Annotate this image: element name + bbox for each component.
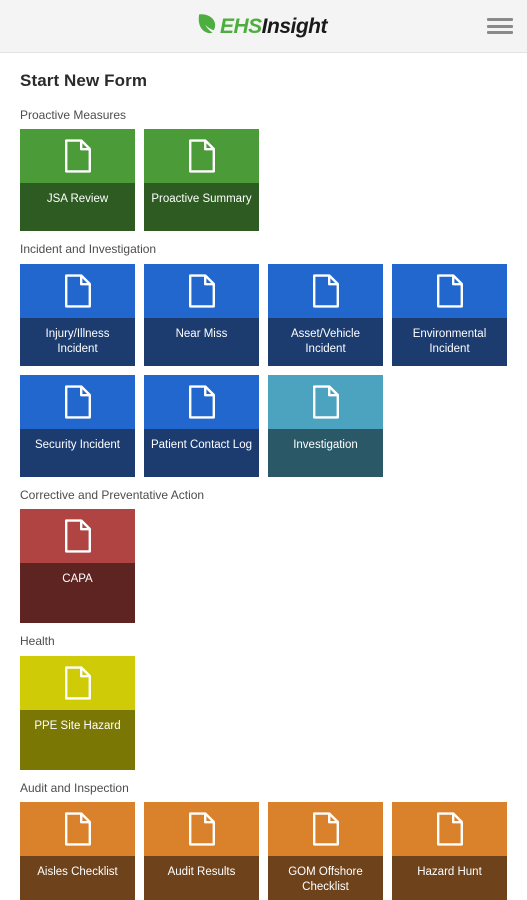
tile-label: Security Incident (34, 438, 120, 451)
tile-row: PPE Site Hazard (20, 655, 507, 770)
tile-row: CAPA (20, 509, 507, 624)
form-tile[interactable]: CAPA (20, 509, 135, 624)
document-icon (20, 263, 135, 318)
document-icon (20, 509, 135, 564)
hamburger-bar-1 (487, 18, 513, 21)
form-tile[interactable]: PPE Site Hazard (20, 655, 135, 770)
tile-label: CAPA (62, 573, 93, 586)
document-icon (268, 263, 383, 318)
tile-label-area: Patient Contact Log (144, 428, 259, 477)
tile-label: Audit Results (167, 865, 236, 878)
tile-label-area: Audit Results (144, 855, 259, 900)
tile-row: JSA Review Proactive Summary (20, 129, 507, 232)
form-section: Health PPE Site Hazard (20, 634, 507, 770)
document-icon (144, 374, 259, 429)
tile-label-area: Aisles Checklist (20, 855, 135, 900)
section-label: Incident and Investigation (20, 242, 157, 257)
tile-row: Security Incident Patient Contact Log Inve… (20, 374, 507, 477)
hamburger-bar-3 (487, 31, 513, 34)
tile-label: Near Miss (175, 327, 228, 340)
hamburger-bar-2 (487, 24, 513, 28)
tile-label-area: Investigation (268, 428, 383, 477)
form-sections: Proactive Measures JSA Review Proactive Su… (20, 108, 507, 900)
tile-label-area: Asset/Vehicle Incident (268, 317, 383, 366)
section-label: Proactive Measures (20, 108, 127, 122)
form-section: Proactive Measures JSA Review Proactive Su… (20, 108, 507, 232)
leaf-icon (196, 12, 218, 41)
tile-label: PPE Site Hazard (34, 719, 121, 732)
document-icon (268, 801, 383, 856)
hamburger-menu-icon[interactable] (487, 16, 513, 36)
tile-label: Environmental Incident (412, 327, 487, 355)
tile-row: Injury/Illness Incident Near Miss Asset/Ve… (20, 263, 507, 366)
app-header: EHSInsight (0, 0, 527, 53)
form-tile[interactable]: Injury/Illness Incident (20, 263, 135, 366)
brand-logo[interactable]: EHSInsight (196, 12, 328, 41)
form-tile[interactable]: Near Miss (144, 263, 259, 366)
brand-name-primary: EHS (219, 14, 262, 38)
tile-label-area: Injury/Illness Incident (20, 317, 135, 366)
document-icon (20, 374, 135, 429)
form-tile[interactable]: Aisles Checklist (20, 801, 135, 900)
brand-name-secondary: Insight (261, 14, 328, 38)
form-tile[interactable]: Investigation (268, 374, 383, 477)
document-icon (392, 263, 507, 318)
form-section: Corrective and Preventative Action CAPA (20, 487, 507, 624)
form-tile[interactable]: JSA Review (20, 129, 135, 232)
tile-label: Proactive Summary (151, 193, 252, 206)
form-tile[interactable]: Security Incident (20, 374, 135, 477)
section-label: Audit and Inspection (20, 780, 129, 795)
tile-label-area: Security Incident (20, 428, 135, 477)
tile-label-area: Hazard Hunt (392, 855, 507, 900)
form-tile[interactable]: Environmental Incident (392, 263, 507, 366)
form-tile[interactable]: Patient Contact Log (144, 374, 259, 477)
section-label: Corrective and Preventative Action (20, 487, 205, 502)
tile-label-area: JSA Review (20, 183, 135, 232)
tile-label-area: CAPA (20, 563, 135, 624)
page-content: Start New Form Proactive Measures JSA Rev… (0, 53, 527, 900)
document-icon (144, 129, 259, 184)
tile-label: JSA Review (46, 193, 109, 206)
tile-label-area: Proactive Summary (144, 183, 259, 232)
page-title: Start New Form (20, 71, 148, 90)
form-tile[interactable]: Hazard Hunt (392, 801, 507, 900)
document-icon (20, 129, 135, 184)
document-icon (268, 374, 383, 429)
tile-label: Asset/Vehicle Incident (290, 327, 361, 355)
tile-label: Injury/Illness Incident (45, 327, 110, 355)
form-tile[interactable]: Asset/Vehicle Incident (268, 263, 383, 366)
tile-label: Aisles Checklist (37, 865, 118, 878)
section-label: Health (20, 634, 55, 649)
document-icon (144, 263, 259, 318)
tile-label-area: Near Miss (144, 317, 259, 366)
tile-label: Patient Contact Log (150, 438, 252, 451)
tile-label: GOM Offshore Checklist (288, 865, 363, 894)
form-tile[interactable]: Proactive Summary (144, 129, 259, 232)
tile-label-area: Environmental Incident (392, 317, 507, 366)
document-icon (20, 801, 135, 856)
form-section: Audit and Inspection Aisles Checklist Audi… (20, 781, 507, 900)
form-tile[interactable]: Audit Results (144, 801, 259, 900)
form-tile[interactable]: GOM Offshore Checklist (268, 801, 383, 900)
tile-label-area: GOM Offshore Checklist (268, 855, 383, 900)
document-icon (20, 655, 135, 710)
tile-label: Investigation (293, 438, 358, 451)
tile-row: Aisles Checklist Audit Results GOM Offshor… (20, 801, 507, 900)
tile-label: Hazard Hunt (417, 865, 482, 878)
document-icon (392, 801, 507, 856)
tile-label-area: PPE Site Hazard (20, 709, 135, 770)
form-section: Incident and Investigation Injury/Illness… (20, 242, 507, 477)
document-icon (144, 801, 259, 856)
